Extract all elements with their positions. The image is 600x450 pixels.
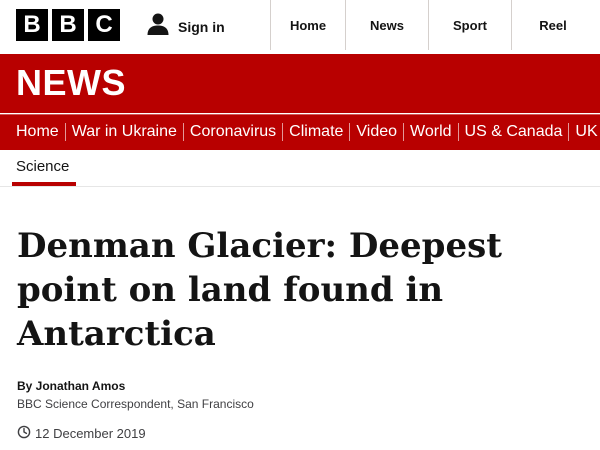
subnav-divider — [568, 123, 570, 141]
signin-button[interactable]: Sign in — [146, 12, 225, 41]
news-banner: NEWS — [0, 54, 600, 113]
subnav-video[interactable]: Video — [356, 123, 397, 141]
top-nav-sport[interactable]: Sport — [429, 0, 511, 50]
date-text: 12 December 2019 — [35, 426, 146, 441]
subnav-coronavirus[interactable]: Coronavirus — [190, 123, 276, 141]
top-nav-reel[interactable]: Reel — [512, 0, 594, 50]
author-name: By Jonathan Amos — [17, 379, 126, 393]
article-headline: Denman Glacier: Deepest point on land fo… — [17, 226, 502, 354]
top-nav-home[interactable]: Home — [271, 0, 345, 50]
top-bar: B B C Sign in Home News Sport Reel — [0, 0, 600, 50]
subnav-divider — [64, 123, 66, 141]
subnav-us-canada[interactable]: US & Canada — [465, 123, 563, 141]
section-divider — [0, 186, 600, 187]
author-role: BBC Science Correspondent, San Francisco — [17, 397, 254, 411]
subnav-war-in-ukraine[interactable]: War in Ukraine — [72, 123, 177, 141]
bbc-logo[interactable]: B B C — [16, 9, 120, 41]
subnav-home[interactable]: Home — [16, 123, 59, 141]
publish-date: 12 December 2019 — [17, 425, 146, 442]
subnav-uk[interactable]: UK — [575, 123, 597, 141]
subnav-divider — [457, 123, 459, 141]
user-icon — [146, 12, 170, 41]
signin-label: Sign in — [178, 18, 225, 35]
subnav-climate[interactable]: Climate — [289, 123, 343, 141]
subnav-divider — [182, 123, 184, 141]
top-nav-news[interactable]: News — [346, 0, 428, 50]
top-navigation: Home News Sport Reel — [270, 0, 594, 50]
logo-letter-b2: B — [52, 9, 84, 41]
subnav-world[interactable]: World — [410, 123, 452, 141]
section-navigation: Home War in Ukraine Coronavirus Climate … — [0, 114, 600, 150]
clock-icon — [17, 425, 31, 442]
logo-letter-b1: B — [16, 9, 48, 41]
news-wordmark[interactable]: NEWS — [16, 62, 126, 104]
subnav-divider — [403, 123, 405, 141]
section-tab-science[interactable]: Science — [12, 158, 76, 186]
subnav-divider — [282, 123, 284, 141]
logo-letter-c: C — [88, 9, 120, 41]
byline: By Jonathan Amos BBC Science Corresponde… — [17, 379, 254, 411]
section-label: Science — [16, 158, 70, 175]
subnav-divider — [349, 123, 351, 141]
